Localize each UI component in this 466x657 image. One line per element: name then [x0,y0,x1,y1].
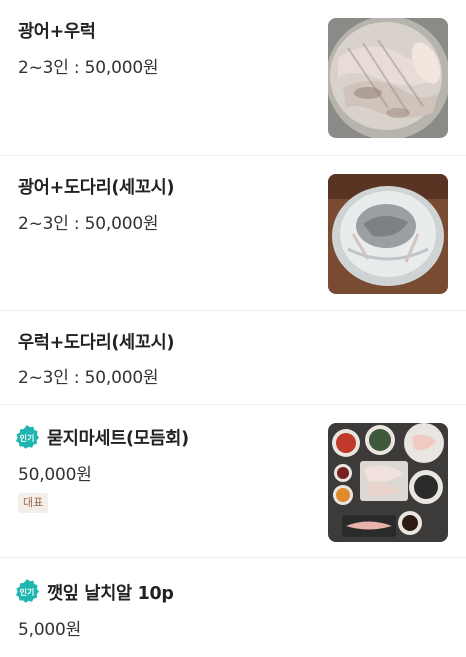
representative-tag: 대표 [18,493,49,513]
menu-item-title: 광어+우럭 [18,22,96,42]
menu-item-title: 묻지마세트(모듬회) [47,429,189,449]
popular-badge: 인기 [14,424,40,450]
menu-item-photo [328,423,448,542]
menu-item-price: 2~3인 : 50,000원 [18,214,159,234]
menu-item-price: 2~3인 : 50,000원 [18,58,159,78]
svg-text:인기: 인기 [20,587,35,597]
menu-item-photo [328,18,448,138]
menu-item-price: 50,000원 [18,465,92,485]
menu-item-title: 우럭+도다리(세꼬시) [18,333,175,353]
menu-item-price: 5,000원 [18,620,82,640]
menu-item-title: 광어+도다리(세꼬시) [18,178,175,198]
menu-item-flounder-rockfish[interactable]: 광어+우럭 2~3인 : 50,000원 [0,0,466,156]
popular-badge: 인기 [14,578,40,604]
svg-text:인기: 인기 [20,433,35,443]
menu-item-perilla-roe[interactable]: 인기 깻잎 날치알 10p 5,000원 [0,558,466,657]
menu-item-price: 2~3인 : 50,000원 [18,368,159,388]
menu-item-rockfish-sekkoshi[interactable]: 우럭+도다리(세꼬시) 2~3인 : 50,000원 [0,311,466,405]
menu-item-assorted-set[interactable]: 인기 묻지마세트(모듬회) 50,000원 대표 [0,405,466,558]
menu-item-title: 깻잎 날치알 10p [47,584,174,604]
menu-list: 광어+우럭 2~3인 : 50,000원 광어+도다리(세꼬시) 2~3인 : … [0,0,466,657]
menu-item-photo [328,174,448,294]
menu-item-flounder-sekkoshi[interactable]: 광어+도다리(세꼬시) 2~3인 : 50,000원 [0,156,466,311]
